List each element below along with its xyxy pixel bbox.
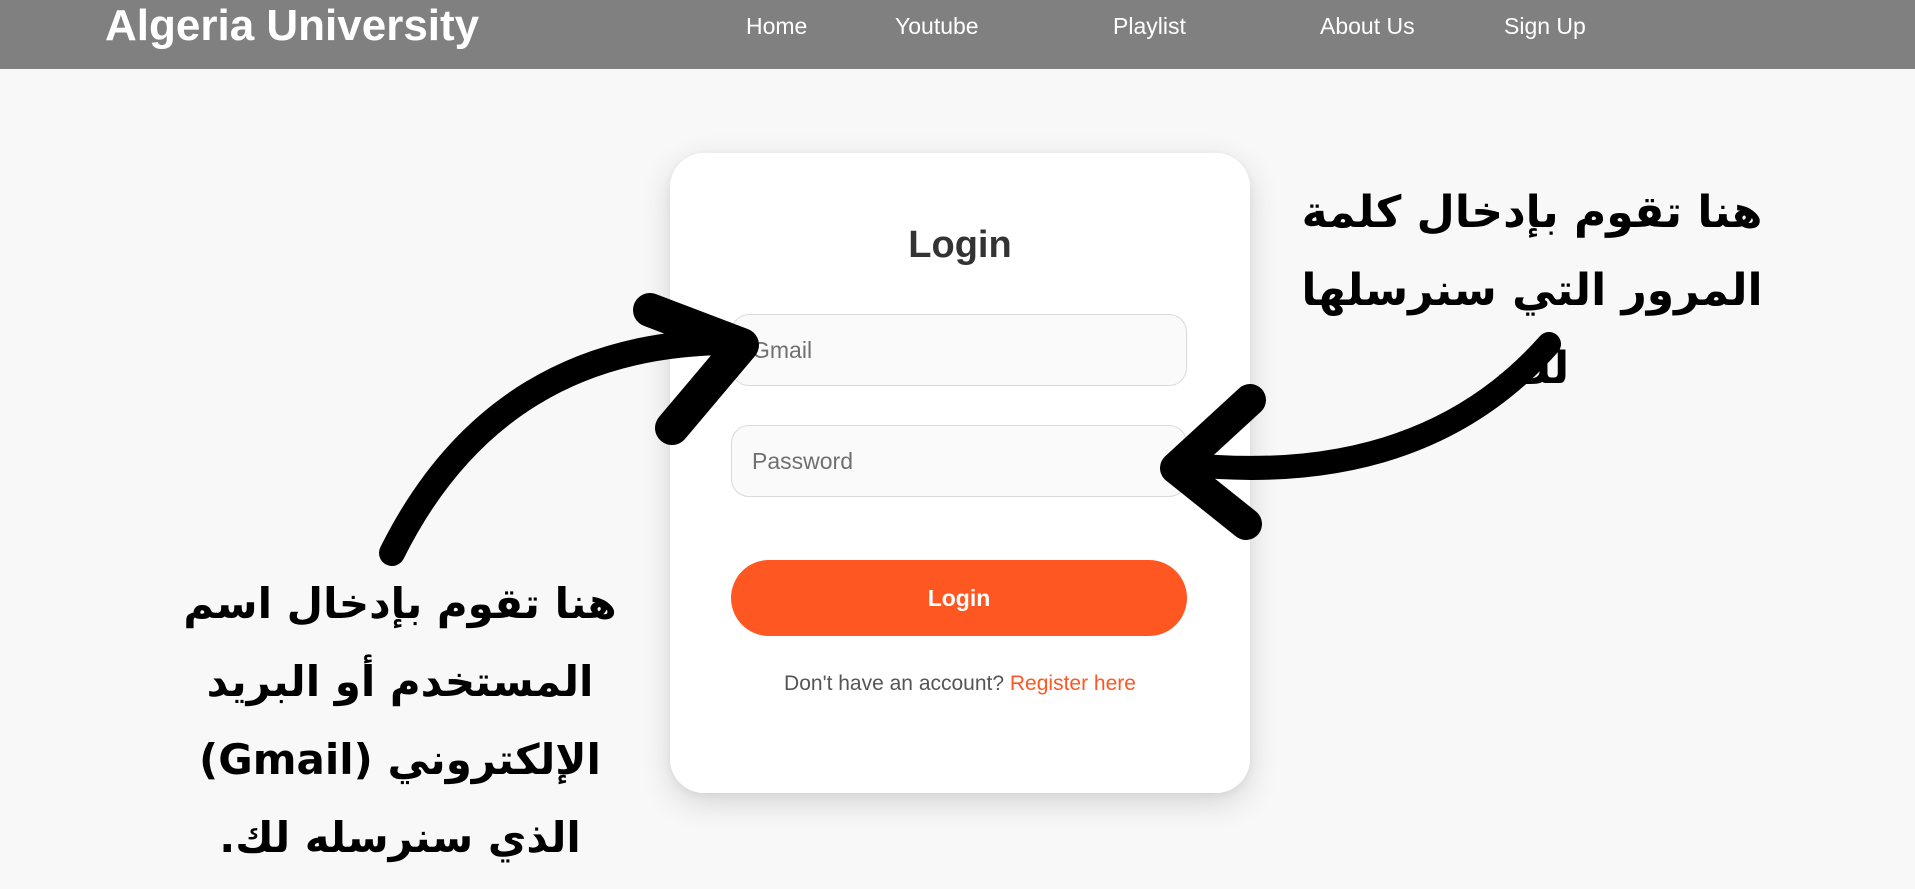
nav-link-about-us[interactable]: About Us [1320, 12, 1415, 40]
register-prompt-text: Don't have an account? [784, 672, 1005, 695]
password-input[interactable] [731, 425, 1187, 497]
top-navbar: Algeria University Home Youtube Playlist… [0, 0, 1915, 69]
nav-link-sign-up[interactable]: Sign Up [1504, 12, 1586, 40]
password-annotation: هنا تقوم بإدخال كلمة المرور التي سنرسلها… [1301, 187, 1763, 394]
nav-link-playlist[interactable]: Playlist [1113, 12, 1186, 40]
gmail-input[interactable] [731, 314, 1187, 386]
gmail-annotation: هنا تقوم بإدخال اسم المستخدم أو البريد ا… [183, 579, 617, 862]
login-button[interactable]: Login [731, 560, 1187, 636]
register-link[interactable]: Register here [1010, 672, 1136, 695]
nav-link-home[interactable]: Home [746, 12, 807, 40]
login-card: Login Login Don't have an account? Regis… [670, 153, 1250, 793]
register-prompt-line: Don't have an account? Register here [670, 671, 1250, 697]
login-title: Login [908, 224, 1012, 266]
site-brand[interactable]: Algeria University [105, 2, 479, 50]
nav-link-youtube[interactable]: Youtube [895, 12, 979, 40]
